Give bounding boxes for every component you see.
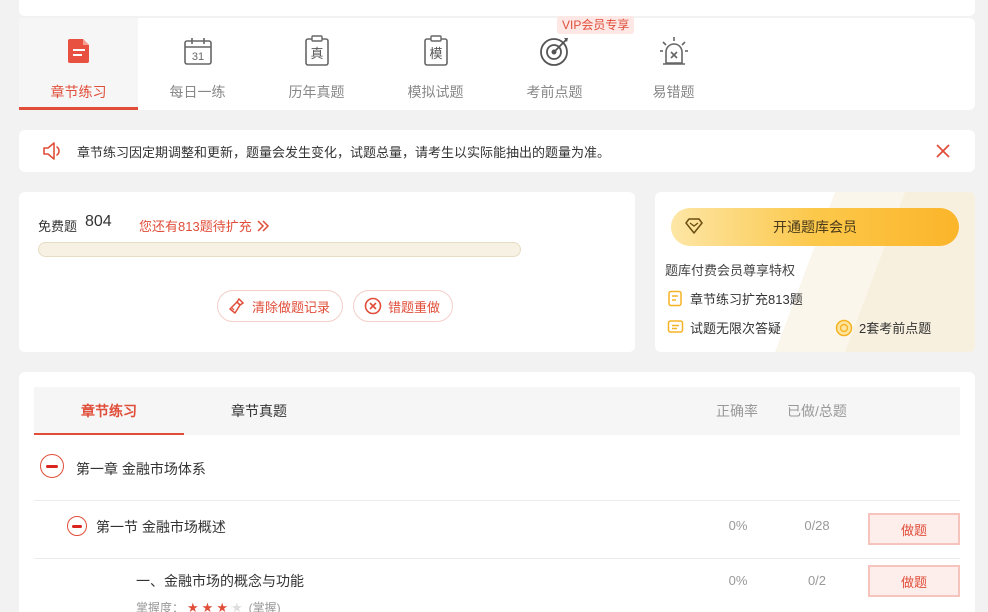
perk-item: 2套考前点题 xyxy=(835,318,931,337)
star-filled-icon: ★ xyxy=(187,599,199,612)
mastery-stars: ★ ★ ★ ★ xyxy=(187,600,246,612)
mastery-text: (掌握) xyxy=(248,601,281,612)
star-filled-icon: ★ xyxy=(216,599,228,612)
alert-beacon-icon xyxy=(658,34,690,68)
perk-label: 试题无限次答疑 xyxy=(690,321,782,336)
redo-wrong-button[interactable]: 错题重做 xyxy=(353,290,453,322)
diamond-icon xyxy=(685,218,703,234)
perk-item: 章节练习扩充813题 xyxy=(667,289,803,308)
top-strip xyxy=(19,0,975,16)
vip-membership-card: 开通题库会员 题库付费会员尊享特权 章节练习扩充813题 试题无限次答疑 2套考… xyxy=(655,192,975,352)
star-empty-icon: ★ xyxy=(230,599,243,612)
double-chevron-right-icon xyxy=(257,219,269,232)
section-accuracy: 0% xyxy=(728,518,748,533)
column-accuracy: 正确率 xyxy=(716,403,758,419)
expand-link-text: 您还有813题待扩充 xyxy=(139,219,252,234)
section-done-total: 0/28 xyxy=(804,518,830,533)
mode-label: 模拟试题 xyxy=(407,84,464,100)
notice-bar: 章节练习因定期调整和更新，题量会发生变化，试题总量，请考生以实际能抽出的题量为准… xyxy=(19,130,975,172)
question-stats-card: 免费题 804 您还有813题待扩充 清除做题记录 错题重做 xyxy=(19,192,635,352)
clipboard-icon: 真 xyxy=(301,34,333,68)
clipboard-glyph: 模 xyxy=(429,47,442,62)
free-questions-count: 804 xyxy=(85,213,112,230)
clipboard-icon: 模 xyxy=(420,34,452,68)
speaker-icon xyxy=(43,142,60,160)
column-done-total: 已做/总题 xyxy=(787,403,847,419)
perk-label: 2套考前点题 xyxy=(859,321,932,336)
mode-label: 历年真题 xyxy=(288,84,345,100)
clear-records-button[interactable]: 清除做题记录 xyxy=(217,290,343,322)
mastery-indicator: 掌握度： ★ ★ ★ ★ (掌握) xyxy=(136,599,281,612)
chapter-list-card: 章节练习 章节真题 正确率 已做/总题 第一章 金融市场体系 第一节 金融市场概… xyxy=(19,372,975,612)
chat-bubble-icon xyxy=(667,320,684,333)
open-membership-label: 开通题库会员 xyxy=(773,219,857,235)
mode-past-exams[interactable]: 真 历年真题 xyxy=(257,18,376,110)
point-title[interactable]: 一、金融市场的概念与功能 xyxy=(136,571,304,591)
perk-label: 章节练习扩充813题 xyxy=(690,292,803,307)
mode-daily-practice[interactable]: 31 每日一练 xyxy=(138,18,257,110)
open-membership-button[interactable]: 开通题库会员 xyxy=(671,208,959,246)
knowledge-point-row: 一、金融市场的概念与功能 掌握度： ★ ★ ★ ★ (掌握) 0% 0/2 做题 xyxy=(34,560,960,612)
chapter-row: 第一章 金融市场体系 xyxy=(34,447,960,501)
point-done-total: 0/2 xyxy=(807,573,827,588)
chapter-title[interactable]: 第一章 金融市场体系 xyxy=(76,459,206,479)
mode-label: 章节练习 xyxy=(50,84,107,100)
mode-pre-exam-points[interactable]: VIP会员专享 考前点题 xyxy=(495,16,635,110)
section-row: 第一节 金融市场概述 0% 0/28 做题 xyxy=(34,502,960,559)
mode-error-prone[interactable]: 易错题 xyxy=(614,18,733,110)
free-questions-label: 免费题 xyxy=(38,219,78,234)
chapter-doc-icon xyxy=(63,34,95,68)
notice-text: 章节练习因定期调整和更新，题量会发生变化，试题总量，请考生以实际能抽出的题量为准… xyxy=(77,144,611,160)
broom-icon xyxy=(229,297,245,314)
document-plus-icon xyxy=(668,290,682,307)
section-title[interactable]: 第一节 金融市场概述 xyxy=(96,517,226,537)
do-questions-button[interactable]: 做题 xyxy=(868,565,960,597)
point-accuracy: 0% xyxy=(728,573,748,588)
collapse-minus-icon[interactable] xyxy=(67,516,87,536)
tab-chapter-practice[interactable]: 章节练习 xyxy=(34,387,184,435)
mode-nav: 章节练习 31 每日一练 真 历年真题 模 模拟试题 VIP会员专享 考前点题 … xyxy=(19,16,975,110)
mode-label: 考前点题 xyxy=(526,84,583,100)
calendar-icon: 31 xyxy=(182,34,214,68)
collapse-minus-icon[interactable] xyxy=(40,454,64,478)
clipboard-glyph: 真 xyxy=(310,47,323,62)
mode-chapter-practice[interactable]: 章节练习 xyxy=(19,18,138,110)
mode-label: 易错题 xyxy=(652,84,695,100)
badge-icon xyxy=(835,319,853,336)
list-header: 章节练习 章节真题 正确率 已做/总题 xyxy=(34,387,960,435)
tab-chapter-real-exams[interactable]: 章节真题 xyxy=(184,387,334,435)
vip-privileges-title: 题库付费会员尊享特权 xyxy=(665,263,796,278)
target-icon xyxy=(539,34,571,68)
mode-label: 每日一练 xyxy=(169,84,226,100)
calendar-day: 31 xyxy=(191,51,203,63)
mastery-label: 掌握度： xyxy=(136,601,185,612)
circle-x-icon xyxy=(364,297,382,315)
clear-records-label: 清除做题记录 xyxy=(252,299,331,315)
perk-item: 试题无限次答疑 xyxy=(667,318,781,337)
close-icon[interactable] xyxy=(933,141,953,161)
mode-mock-exams[interactable]: 模 模拟试题 xyxy=(376,18,495,110)
progress-bar xyxy=(38,242,521,257)
redo-wrong-label: 错题重做 xyxy=(388,299,441,315)
star-filled-icon: ★ xyxy=(201,599,214,612)
do-questions-button[interactable]: 做题 xyxy=(868,513,960,545)
expand-questions-link[interactable]: 您还有813题待扩充 xyxy=(139,216,270,235)
